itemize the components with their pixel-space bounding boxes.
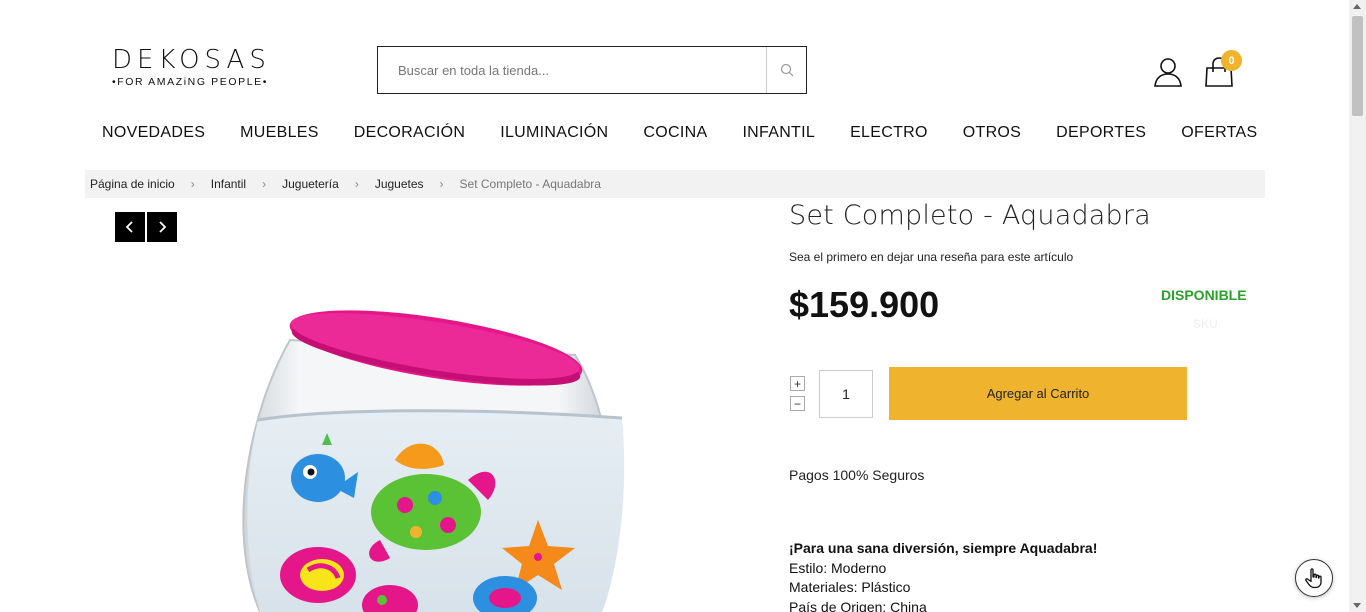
account-icon[interactable] [1152,56,1184,88]
nav-item-novedades[interactable]: NOVEDADES [102,124,205,142]
product-title: Set Completo - Aquadabra [789,200,1151,231]
breadcrumb-current: Set Completo - Aquadabra [459,177,601,191]
nav-item-electro[interactable]: ELECTRO [850,124,928,142]
breadcrumb-separator: › [262,177,267,191]
nav-item-cocina[interactable]: COCINA [643,124,707,142]
logo-tagline: •FOR AMAZiNG PEOPLE• [112,76,269,88]
nav-item-ofertas[interactable]: OFERTAS [1181,124,1257,142]
gallery-next-button[interactable] [147,212,177,242]
nav-item-otros[interactable]: OTROS [963,124,1021,142]
gallery-prev-button[interactable] [115,212,145,242]
detail-style: Estilo: Moderno [789,559,887,576]
add-to-cart-button[interactable]: Agregar al Carrito [889,367,1187,420]
breadcrumb-separator: › [439,177,444,191]
stock-status: DISPONIBLE [1161,287,1247,303]
nav-item-decoracion[interactable]: DECORACIÓN [354,124,465,142]
breadcrumb-separator: › [354,177,359,191]
secure-payments-text: Pagos 100% Seguros [789,467,925,483]
logo-wordmark: DEKOSAS [112,45,271,75]
search-input[interactable] [378,47,766,93]
search-button[interactable] [766,47,806,93]
description-tagline: ¡Para una sana diversión, siempre Aquada… [789,540,1098,556]
page-scrollbar[interactable] [1349,0,1366,612]
qty-increase-button[interactable]: + [790,376,805,391]
main-nav: NOVEDADES MUEBLES DECORACIÓN ILUMINACIÓN… [102,124,1292,142]
scroll-down-arrow-icon[interactable] [1353,603,1361,608]
qty-decrease-button[interactable]: − [790,396,805,411]
breadcrumb-infantil[interactable]: Infantil [211,177,246,191]
detail-origin: País de Origen: China [789,598,927,612]
quantity-input[interactable] [819,370,873,418]
nav-item-iluminacion[interactable]: ILUMINACIÓN [500,124,608,142]
product-price: $159.900 [789,284,940,325]
chevron-right-icon [159,221,167,233]
scroll-up-arrow-icon[interactable] [1353,4,1361,9]
detail-materials: Materiales: Plástico [789,579,911,595]
nav-item-muebles[interactable]: MUEBLES [240,124,319,142]
product-image[interactable] [230,300,630,612]
breadcrumb: Página de inicio › Infantil › Juguetería… [85,170,1265,198]
search-bar [377,46,807,94]
hand-pointer-icon [1305,568,1322,589]
scroll-thumb[interactable] [1352,16,1363,116]
breadcrumb-separator: › [190,177,195,191]
product-description: ¡Para una sana diversión, siempre Aquada… [789,539,1097,612]
breadcrumb-juguetes[interactable]: Juguetes [375,177,424,191]
accessibility-button[interactable] [1295,559,1333,597]
review-link[interactable]: Sea el primero en dejar una reseña para … [789,250,1073,264]
chevron-left-icon [125,221,133,233]
nav-item-deportes[interactable]: DEPORTES [1056,124,1146,142]
logo[interactable]: DEKOSAS •FOR AMAZiNG PEOPLE• [112,46,292,92]
product-photo-fishbowl [242,310,625,612]
sku-label: SKU [1193,317,1218,331]
nav-item-infantil[interactable]: INFANTIL [742,124,815,142]
search-icon [780,63,793,77]
breadcrumb-home[interactable]: Página de inicio [90,177,175,191]
cart-count-badge: 0 [1221,50,1242,71]
breadcrumb-jugueteria[interactable]: Juguetería [282,177,339,191]
